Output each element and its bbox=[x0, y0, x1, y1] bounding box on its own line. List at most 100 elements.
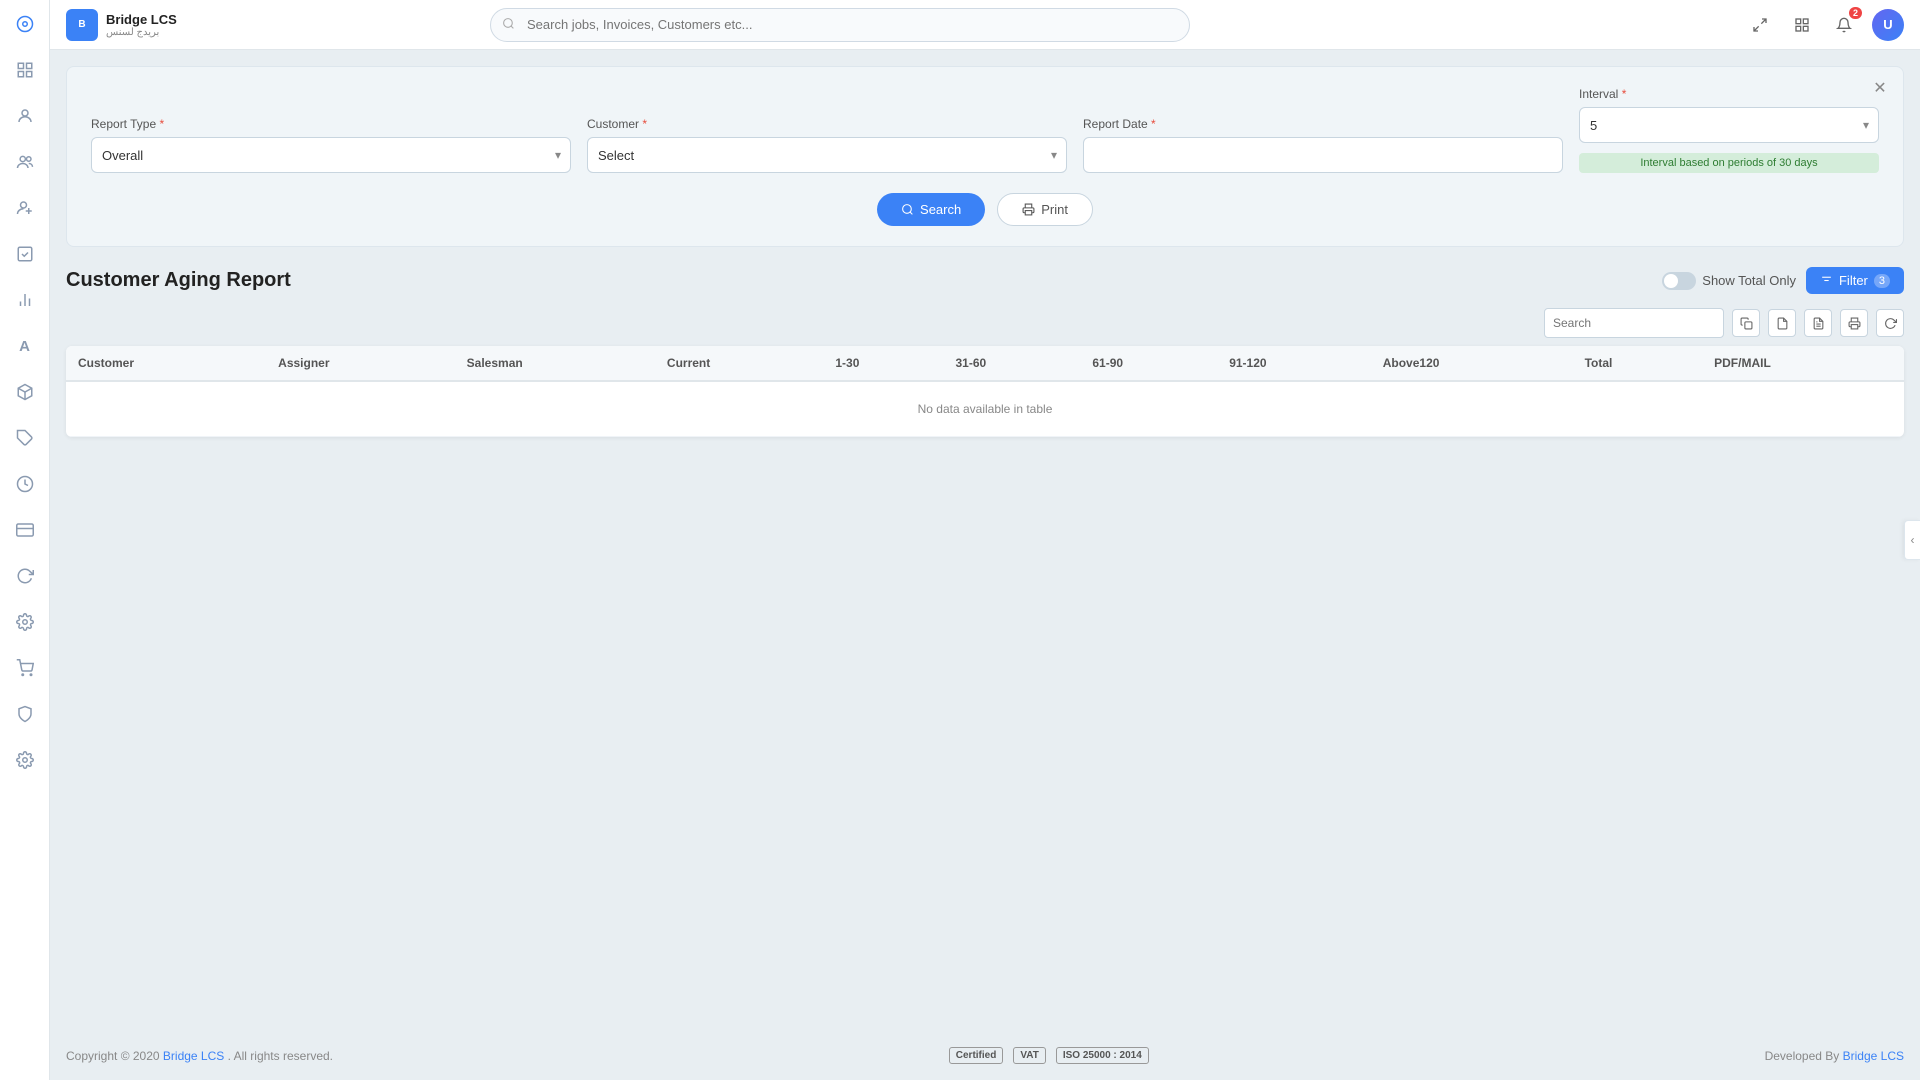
global-search[interactable] bbox=[490, 8, 1190, 42]
col-1-30: 1-30 bbox=[823, 346, 943, 381]
reload-button[interactable] bbox=[1876, 309, 1904, 337]
sidebar-item-refresh[interactable] bbox=[11, 562, 39, 590]
customer-select[interactable]: Select bbox=[587, 137, 1067, 173]
apps-button[interactable] bbox=[1788, 11, 1816, 39]
table-empty-message: No data available in table bbox=[66, 381, 1904, 437]
sidebar-item-card[interactable] bbox=[11, 516, 39, 544]
sidebar: A bbox=[0, 0, 50, 1080]
filter-actions: Search Print bbox=[91, 193, 1879, 226]
interval-select[interactable]: 1 2 3 4 5 6 bbox=[1579, 107, 1879, 143]
col-above120: Above120 bbox=[1371, 346, 1573, 381]
customer-label: Customer * bbox=[587, 117, 1067, 131]
show-total-label: Show Total Only bbox=[1702, 273, 1796, 288]
collapse-handle[interactable]: ‹ bbox=[1904, 520, 1920, 560]
print-button[interactable]: Print bbox=[997, 193, 1093, 226]
data-table: Customer Assigner Salesman Current 1-30 … bbox=[66, 346, 1904, 437]
report-controls: Show Total Only Filter 3 bbox=[1662, 267, 1904, 294]
sidebar-item-text[interactable]: A bbox=[11, 332, 39, 360]
topnav-actions: 2 U bbox=[1746, 9, 1904, 41]
col-91-120: 91-120 bbox=[1217, 346, 1371, 381]
sidebar-item-settings[interactable] bbox=[11, 746, 39, 774]
table-search-input[interactable] bbox=[1544, 308, 1724, 338]
fullscreen-button[interactable] bbox=[1746, 11, 1774, 39]
col-customer: Customer bbox=[66, 346, 266, 381]
report-date-group: Report Date * 30-09-2020 bbox=[1083, 117, 1563, 173]
content-area: ✕ Report Type * Overall Detail bbox=[50, 50, 1920, 1031]
col-assigner: Assigner bbox=[266, 346, 455, 381]
sidebar-item-clock[interactable] bbox=[11, 470, 39, 498]
cert-vat: VAT bbox=[1013, 1047, 1046, 1064]
sidebar-item-users[interactable] bbox=[11, 148, 39, 176]
footer-center: Certified VAT ISO 25000 : 2014 bbox=[949, 1047, 1149, 1064]
table-toolbar bbox=[66, 308, 1904, 338]
search-icon bbox=[502, 17, 515, 33]
report-date-input[interactable]: 30-09-2020 bbox=[1083, 137, 1563, 173]
main-wrapper: B Bridge LCS بريدج لسنس 2 U bbox=[50, 0, 1920, 1080]
copy-button[interactable] bbox=[1732, 309, 1760, 337]
sidebar-item-box[interactable] bbox=[11, 378, 39, 406]
sidebar-item-tasks[interactable] bbox=[11, 240, 39, 268]
col-pdf-mail: PDF/MAIL bbox=[1702, 346, 1904, 381]
sidebar-item-tag[interactable] bbox=[11, 424, 39, 452]
brand-name: Bridge LCS bbox=[106, 12, 177, 27]
interval-select-wrapper: 1 2 3 4 5 6 bbox=[1579, 107, 1879, 143]
filter-count-badge: 3 bbox=[1874, 274, 1890, 288]
col-total: Total bbox=[1573, 346, 1703, 381]
report-type-select[interactable]: Overall Detail bbox=[91, 137, 571, 173]
dev-label: Developed By bbox=[1765, 1049, 1840, 1063]
sidebar-item-dashboard[interactable] bbox=[11, 10, 39, 38]
pdf-button[interactable] bbox=[1804, 309, 1832, 337]
report-header: Customer Aging Report Show Total Only Fi… bbox=[66, 267, 1904, 294]
col-31-60: 31-60 bbox=[944, 346, 1081, 381]
report-date-label: Report Date * bbox=[1083, 117, 1563, 131]
col-61-90: 61-90 bbox=[1080, 346, 1217, 381]
col-salesman: Salesman bbox=[455, 346, 655, 381]
sidebar-item-chart[interactable] bbox=[11, 286, 39, 314]
brand-sub: بريدج لسنس bbox=[106, 27, 177, 38]
print-table-button[interactable] bbox=[1840, 309, 1868, 337]
sidebar-item-user[interactable] bbox=[11, 102, 39, 130]
interval-note: Interval based on periods of 30 days bbox=[1579, 153, 1879, 173]
footer: Copyright © 2020 Bridge LCS . All rights… bbox=[50, 1031, 1920, 1080]
copyright-text: Copyright © 2020 bbox=[66, 1049, 160, 1063]
report-section: Customer Aging Report Show Total Only Fi… bbox=[66, 267, 1904, 437]
company-link[interactable]: Bridge LCS bbox=[163, 1049, 224, 1063]
report-type-select-wrapper: Overall Detail bbox=[91, 137, 571, 173]
footer-right: Developed By Bridge LCS bbox=[1765, 1049, 1904, 1063]
sidebar-item-add-user[interactable] bbox=[11, 194, 39, 222]
csv-button[interactable] bbox=[1768, 309, 1796, 337]
report-type-group: Report Type * Overall Detail bbox=[91, 117, 571, 173]
customer-select-wrapper: Select bbox=[587, 137, 1067, 173]
interval-group: Interval * 1 2 3 4 5 6 Interval based on… bbox=[1579, 87, 1879, 173]
interval-label: Interval * bbox=[1579, 87, 1879, 101]
cert-iso: ISO 25000 : 2014 bbox=[1056, 1047, 1149, 1064]
filter-panel: ✕ Report Type * Overall Detail bbox=[66, 66, 1904, 247]
cert-certified: Certified bbox=[949, 1047, 1004, 1064]
filter-close-button[interactable]: ✕ bbox=[1869, 77, 1891, 99]
report-title: Customer Aging Report bbox=[66, 269, 291, 292]
notification-badge: 2 bbox=[1849, 7, 1862, 19]
brand-logo: B bbox=[66, 9, 98, 41]
sidebar-item-cart[interactable] bbox=[11, 654, 39, 682]
dev-link[interactable]: Bridge LCS bbox=[1843, 1049, 1904, 1063]
table-header-row: Customer Assigner Salesman Current 1-30 … bbox=[66, 346, 1904, 381]
sidebar-item-grid[interactable] bbox=[11, 56, 39, 84]
rights-text: . All rights reserved. bbox=[228, 1049, 333, 1063]
brand: B Bridge LCS بريدج لسنس bbox=[66, 9, 206, 41]
global-search-input[interactable] bbox=[490, 8, 1190, 42]
show-total-toggle[interactable] bbox=[1662, 272, 1696, 290]
show-total-container: Show Total Only bbox=[1662, 272, 1796, 290]
topnav: B Bridge LCS بريدج لسنس 2 U bbox=[50, 0, 1920, 50]
filter-button[interactable]: Filter 3 bbox=[1806, 267, 1904, 294]
sidebar-item-cog[interactable] bbox=[11, 608, 39, 636]
sidebar-item-shield[interactable] bbox=[11, 700, 39, 728]
table-empty-row: No data available in table bbox=[66, 381, 1904, 437]
col-current: Current bbox=[655, 346, 823, 381]
footer-left: Copyright © 2020 Bridge LCS . All rights… bbox=[66, 1049, 333, 1063]
report-type-label: Report Type * bbox=[91, 117, 571, 131]
search-button[interactable]: Search bbox=[877, 193, 985, 226]
customer-group: Customer * Select bbox=[587, 117, 1067, 173]
user-avatar[interactable]: U bbox=[1872, 9, 1904, 41]
filter-row: Report Type * Overall Detail Customer * bbox=[91, 87, 1879, 173]
notifications-button[interactable]: 2 bbox=[1830, 11, 1858, 39]
